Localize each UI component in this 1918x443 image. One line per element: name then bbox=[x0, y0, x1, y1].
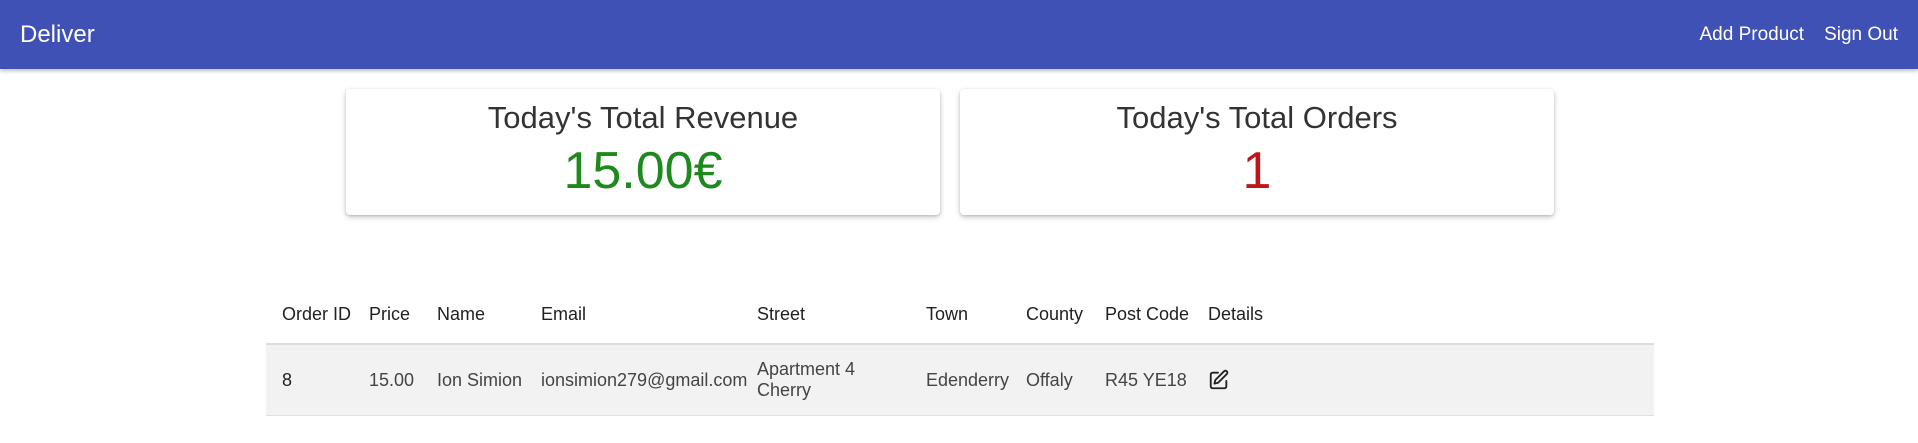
revenue-card: Today's Total Revenue 15.00€ bbox=[346, 89, 940, 215]
table-header-row: Order ID Price Name Email Street Town Co… bbox=[266, 285, 1654, 345]
column-header-street: Street bbox=[741, 285, 910, 345]
top-navbar: Deliver Add Product Sign Out bbox=[0, 0, 1918, 69]
cell-town: Edenderry bbox=[910, 344, 1010, 416]
orders-card-title: Today's Total Orders bbox=[1116, 100, 1398, 135]
cell-street: Apartment 4 Cherry bbox=[741, 344, 910, 416]
add-product-link[interactable]: Add Product bbox=[1699, 24, 1804, 46]
column-header-post-code: Post Code bbox=[1089, 285, 1192, 345]
cell-post-code: R45 YE18 bbox=[1089, 344, 1192, 416]
edit-icon[interactable] bbox=[1208, 369, 1230, 391]
column-header-price: Price bbox=[353, 285, 421, 345]
column-header-name: Name bbox=[421, 285, 525, 345]
cell-email: ionsimion279@gmail.com bbox=[525, 344, 747, 416]
column-header-details: Details bbox=[1192, 285, 1654, 345]
revenue-value: 15.00€ bbox=[563, 142, 723, 200]
orders-card: Today's Total Orders 1 bbox=[960, 89, 1554, 215]
column-header-email: Email bbox=[525, 285, 741, 345]
orders-table: Order ID Price Name Email Street Town Co… bbox=[266, 285, 1654, 416]
cell-price: 15.00 bbox=[353, 344, 421, 416]
cell-county: Offaly bbox=[1010, 344, 1089, 416]
nav-links: Add Product Sign Out bbox=[1679, 24, 1898, 46]
cell-details bbox=[1192, 344, 1654, 416]
table-row: 8 15.00 Ion Simion ionsimion279@gmail.co… bbox=[266, 344, 1654, 416]
column-header-town: Town bbox=[910, 285, 1010, 345]
orders-table-container: Order ID Price Name Email Street Town Co… bbox=[266, 285, 1654, 416]
orders-value: 1 bbox=[1242, 142, 1272, 200]
cell-order-id: 8 bbox=[266, 344, 353, 416]
sign-out-link[interactable]: Sign Out bbox=[1824, 24, 1898, 46]
column-header-county: County bbox=[1010, 285, 1089, 345]
column-header-order-id: Order ID bbox=[266, 285, 353, 345]
cell-name: Ion Simion bbox=[421, 344, 525, 416]
brand-link[interactable]: Deliver bbox=[20, 21, 95, 49]
revenue-card-title: Today's Total Revenue bbox=[487, 100, 799, 135]
